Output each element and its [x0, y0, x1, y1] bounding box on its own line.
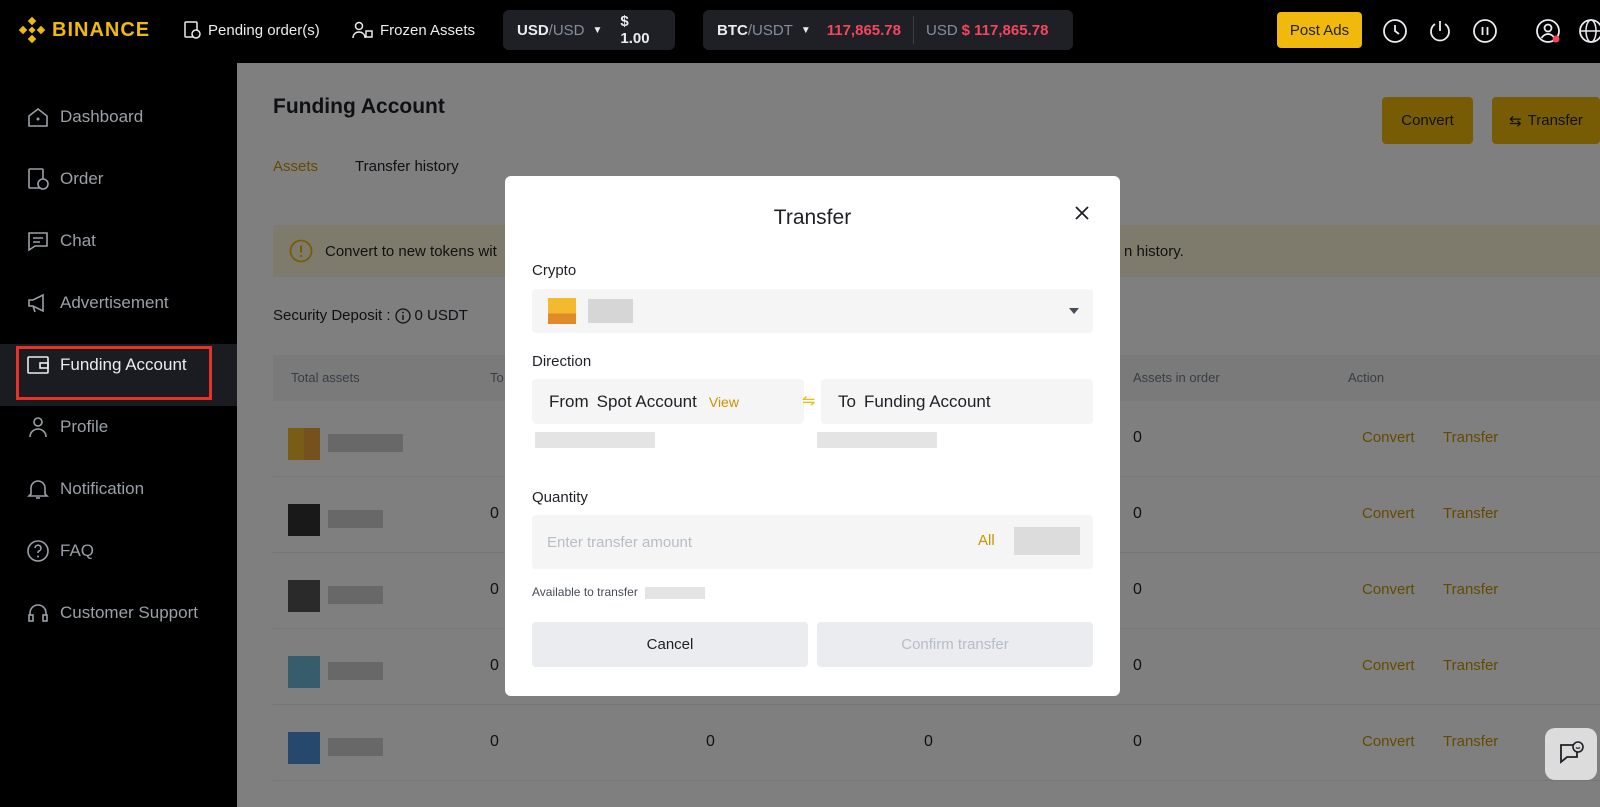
chevron-down-icon: ▼ [800, 24, 811, 36]
from-prefix: From [549, 391, 589, 411]
bell-icon [27, 480, 49, 499]
quantity-label: Quantity [532, 489, 588, 506]
ticker1-quote: /USD [548, 21, 585, 39]
ticker2-base: BTC [717, 21, 748, 39]
user-icon [29, 417, 47, 438]
from-balance-redacted [535, 432, 655, 448]
confirm-transfer-button[interactable]: Confirm transfer [817, 622, 1093, 667]
sidebar-item-chat[interactable]: Chat [26, 221, 96, 261]
sidebar-item-label: Customer Support [60, 603, 198, 622]
direction-label: Direction [532, 353, 592, 370]
question-icon [27, 540, 49, 562]
frozen-assets-link[interactable]: Frozen Assets [352, 20, 475, 40]
ticker1-price: $ 1.00 [620, 13, 650, 47]
to-balance-redacted [817, 432, 937, 448]
chat-icon [28, 232, 48, 252]
post-ads-button[interactable]: Post Ads [1277, 12, 1362, 48]
megaphone-icon [28, 293, 44, 313]
chat-bubble-icon [1560, 741, 1584, 764]
account-icon[interactable] [1535, 18, 1561, 44]
fiat-ticker[interactable]: USD/USD ▼ $ 1.00 [503, 10, 675, 50]
sidebar-item-label: Dashboard [60, 107, 144, 126]
modal-title: Transfer [773, 206, 852, 229]
power-icon[interactable] [1427, 18, 1453, 44]
sidebar-item-faq[interactable]: FAQ [26, 531, 94, 571]
cancel-button[interactable]: Cancel [532, 622, 808, 667]
crypto-name-redacted [588, 299, 633, 323]
pending-orders-icon [184, 21, 201, 39]
available-label: Available to transfer [532, 585, 638, 599]
sidebar-item-advertisement[interactable]: Advertisement [26, 283, 169, 323]
sidebar-item-customer-support[interactable]: Customer Support [26, 593, 198, 633]
quantity-input[interactable] [532, 515, 972, 569]
to-account-field[interactable]: To Funding Account [821, 379, 1093, 424]
crypto-coin-icon [548, 298, 576, 324]
to-account-value: Funding Account [863, 391, 991, 411]
quantity-field: All [532, 515, 1093, 569]
pause-icon[interactable] [1472, 18, 1498, 44]
from-account-value: Spot Account [596, 391, 697, 411]
funding-account-highlight-box [16, 346, 212, 400]
to-prefix: To [838, 391, 856, 411]
pending-orders-label: Pending order(s) [208, 21, 320, 39]
frozen-assets-label: Frozen Assets [380, 21, 476, 39]
users-lock-icon [352, 21, 373, 39]
sidebar-item-order[interactable]: Order [26, 159, 103, 199]
crypto-label: Crypto [532, 262, 577, 279]
ticker-divider [912, 16, 914, 44]
sidebar-item-label: Order [60, 169, 104, 188]
ticker2-usd-label: USD [925, 21, 958, 39]
sidebar: Dashboard Order Chat Advertisement Fundi… [0, 63, 237, 807]
ticker2-usd-price: $ 117,865.78 [961, 21, 1049, 39]
sidebar-item-label: FAQ [60, 541, 95, 560]
available-amount-redacted [645, 586, 706, 599]
order-icon [28, 168, 49, 190]
pending-orders-link[interactable]: Pending order(s) [182, 20, 320, 40]
sidebar-item-label: Advertisement [60, 293, 169, 312]
sidebar-item-label: Profile [60, 417, 109, 436]
chat-support-button[interactable] [1545, 728, 1597, 780]
sidebar-item-label: Chat [60, 231, 96, 250]
sidebar-item-dashboard[interactable]: Dashboard [26, 97, 143, 137]
all-button[interactable]: All [978, 532, 995, 549]
view-link[interactable]: View [709, 394, 739, 410]
clock-icon[interactable] [1382, 18, 1408, 44]
close-icon[interactable] [1072, 203, 1092, 223]
top-bar: BINANCE Pending order(s) Frozen Assets U… [0, 0, 1600, 63]
sidebar-item-profile[interactable]: Profile [26, 407, 108, 447]
globe-icon[interactable] [1578, 18, 1600, 44]
from-account-field[interactable]: From Spot Account View [532, 379, 804, 424]
headset-icon [28, 604, 48, 622]
available-to-transfer: Available to transfer [532, 585, 706, 599]
home-icon [28, 107, 48, 127]
binance-logo[interactable]: BINANCE [18, 16, 150, 44]
sidebar-item-notification[interactable]: Notification [26, 469, 144, 509]
quantity-unit-redacted [1014, 527, 1080, 555]
chevron-down-icon: ▼ [592, 24, 603, 36]
crypto-select[interactable] [532, 289, 1093, 333]
sidebar-item-label: Notification [60, 479, 145, 498]
ticker2-price: 117,865.78 [826, 21, 901, 39]
binance-logo-icon [18, 16, 46, 44]
brand-name: BINANCE [52, 18, 151, 41]
swap-direction-icon[interactable]: ⇋ [802, 391, 815, 411]
btc-ticker[interactable]: BTC/USDT ▼ 117,865.78 USD $ 117,865.78 [703, 10, 1073, 50]
caret-down-icon [1069, 308, 1079, 314]
ticker2-quote: /USDT [747, 21, 793, 39]
ticker1-base: USD [517, 21, 549, 39]
transfer-modal: Transfer Crypto Direction From Spot Acco… [505, 176, 1120, 696]
